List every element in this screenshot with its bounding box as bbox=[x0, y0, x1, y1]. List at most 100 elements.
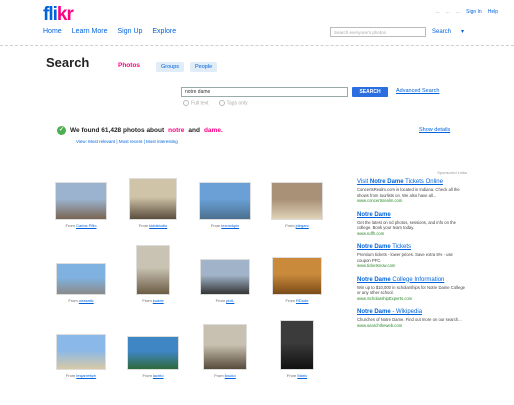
checkmark-icon: ✓ bbox=[57, 126, 66, 135]
owner-link[interactable]: lacrito bbox=[153, 373, 164, 378]
nav-sign-up[interactable]: Sign Up bbox=[117, 28, 142, 35]
photo-thumbnail[interactable] bbox=[199, 182, 251, 220]
show-details-link[interactable]: Show details bbox=[419, 127, 450, 133]
ad-text: Get the latest on nd photos, sessions, a… bbox=[357, 219, 456, 231]
photo-thumbnail[interactable] bbox=[129, 178, 177, 220]
nav-home[interactable]: Home bbox=[43, 28, 62, 35]
owner-link[interactable]: lkscko bbox=[225, 373, 236, 378]
owner-link[interactable]: Carlos Pfilo bbox=[76, 223, 96, 228]
from-label: From bbox=[68, 298, 79, 303]
ad-item: Notre Dame - Wikipedia Churches of Notre … bbox=[357, 309, 467, 328]
photo-thumbnail[interactable] bbox=[56, 334, 106, 370]
tab-people[interactable]: People bbox=[190, 62, 218, 72]
photo-thumbnail[interactable] bbox=[271, 182, 323, 220]
from-label: From bbox=[65, 373, 77, 378]
ad-url[interactable]: www.ticketsnow.com bbox=[357, 263, 467, 269]
owner-link[interactable]: kiddstudio bbox=[149, 223, 167, 228]
option-full-text[interactable]: Full text bbox=[183, 100, 209, 106]
advanced-search-link[interactable]: Advanced Search bbox=[396, 88, 439, 94]
ad-title-link[interactable]: Notre Dame College Information bbox=[357, 277, 467, 284]
ad-item: Visit Notre Dame Tickets Online ConcertsR… bbox=[357, 179, 467, 204]
photo-thumbnail[interactable] bbox=[127, 336, 179, 370]
photo-result: From lkscko bbox=[192, 324, 258, 378]
from-label: From bbox=[142, 373, 153, 378]
radio-icon[interactable] bbox=[183, 100, 189, 106]
photo-result: From lexrockpix bbox=[192, 182, 258, 228]
search-options: Full text Tags only bbox=[183, 100, 248, 106]
photo-caption: From RDude bbox=[264, 298, 330, 303]
util-link[interactable]: ... bbox=[436, 9, 440, 15]
option-tags-only[interactable]: Tags only bbox=[218, 100, 248, 106]
photo-caption: From lacrito bbox=[120, 373, 186, 378]
photo-thumbnail[interactable] bbox=[136, 245, 170, 295]
ad-text: Win up to $10,000 in scholarships for No… bbox=[357, 284, 465, 296]
util-link[interactable]: ... bbox=[456, 9, 460, 15]
photo-thumbnail[interactable] bbox=[280, 320, 314, 370]
util-link[interactable]: ... bbox=[446, 9, 450, 15]
main-nav: Home Learn More Sign Up Explore bbox=[43, 28, 176, 35]
ad-title-link[interactable]: Notre Dame Tickets bbox=[357, 244, 467, 251]
ad-text: Churches of Notre Dame. Find out more on… bbox=[357, 317, 462, 322]
chevron-down-icon[interactable]: ▾ bbox=[461, 27, 464, 37]
ad-title-link[interactable]: Notre Dame - Wikipedia bbox=[357, 309, 467, 316]
header-search-input[interactable]: Search everyone's photos bbox=[330, 27, 426, 37]
photo-caption: From kiddstudio bbox=[120, 223, 186, 228]
from-label: From bbox=[215, 298, 227, 303]
photo-result: From Carlos Pfilo bbox=[48, 182, 114, 228]
from-label: From bbox=[210, 223, 222, 228]
nav-explore[interactable]: Explore bbox=[152, 28, 176, 35]
tab-groups[interactable]: Groups bbox=[156, 62, 185, 72]
owner-link[interactable]: kudde bbox=[153, 298, 164, 303]
ad-text: ConcertsRealm.com is located in Indiana.… bbox=[357, 187, 460, 198]
owner-link[interactable]: RDude bbox=[296, 298, 308, 303]
ad-url[interactable]: www.concertsrealm.com bbox=[357, 198, 467, 204]
from-label: From bbox=[142, 298, 153, 303]
utility-links: ... ... ... Sign In Help bbox=[436, 9, 498, 15]
owner-link[interactable]: pixiL bbox=[226, 298, 234, 303]
header-search-button[interactable]: Search bbox=[432, 27, 451, 37]
owner-link[interactable]: Marix bbox=[297, 373, 307, 378]
owner-link[interactable]: lesjarrettph bbox=[76, 373, 96, 378]
ad-title-link[interactable]: Notre Dame bbox=[357, 212, 467, 219]
owner-link[interactable]: onasatic bbox=[79, 298, 94, 303]
ad-url[interactable]: www.ndfh.com bbox=[357, 231, 467, 237]
page-title: Search bbox=[46, 55, 90, 70]
sign-in-link[interactable]: Sign In bbox=[466, 9, 482, 15]
ad-text: Premium tickets - lower prices. Save ext… bbox=[357, 252, 453, 263]
nav-learn-more[interactable]: Learn More bbox=[72, 28, 108, 35]
ad-item: Notre Dame College Information Win up to … bbox=[357, 277, 467, 302]
photo-thumbnail[interactable] bbox=[272, 257, 322, 295]
from-label: From bbox=[65, 223, 76, 228]
tab-photos[interactable]: Photos bbox=[118, 62, 140, 69]
photo-result: From kudde bbox=[120, 245, 186, 303]
ad-title-link[interactable]: Visit Notre Dame Tickets Online bbox=[357, 179, 467, 186]
owner-link[interactable]: jdegarc bbox=[296, 223, 309, 228]
flickr-logo[interactable]: fli kr bbox=[43, 5, 74, 25]
search-input[interactable]: notre dame bbox=[181, 87, 348, 97]
sort-links[interactable]: View: Most relevant | Most recent | Most… bbox=[76, 139, 178, 144]
photo-result: From kiddstudio bbox=[120, 178, 186, 228]
photo-thumbnail[interactable] bbox=[56, 263, 106, 295]
from-label: From bbox=[214, 373, 225, 378]
search-button[interactable]: SEARCH bbox=[352, 87, 388, 97]
ad-url[interactable]: www.ScholarshipExperts.com bbox=[357, 296, 467, 302]
owner-link[interactable]: lexrockpix bbox=[221, 223, 239, 228]
photo-caption: From pixiL bbox=[192, 298, 258, 303]
top-bar: fli kr Home Learn More Sign Up Explore ..… bbox=[0, 0, 514, 46]
photo-caption: From lesjarrettph bbox=[48, 373, 114, 378]
from-label: From bbox=[138, 223, 150, 228]
photo-thumbnail[interactable] bbox=[203, 324, 247, 370]
photo-caption: From jdegarc bbox=[264, 223, 330, 228]
from-label: From bbox=[286, 373, 298, 378]
radio-icon[interactable] bbox=[218, 100, 225, 106]
photo-caption: From Marix bbox=[264, 373, 330, 378]
ads-header: Sponsored Links bbox=[437, 170, 467, 175]
ad-url[interactable]: www.searchtheweb.com bbox=[357, 323, 467, 329]
help-link[interactable]: Help bbox=[488, 9, 498, 15]
photo-result: From lesjarrettph bbox=[48, 334, 114, 378]
photo-result: From Marix bbox=[264, 320, 330, 378]
photo-caption: From lexrockpix bbox=[192, 223, 258, 228]
photo-thumbnail[interactable] bbox=[55, 182, 107, 220]
results-summary: ✓ We found 61,428 photos about notre and… bbox=[57, 126, 223, 135]
photo-thumbnail[interactable] bbox=[200, 259, 250, 295]
